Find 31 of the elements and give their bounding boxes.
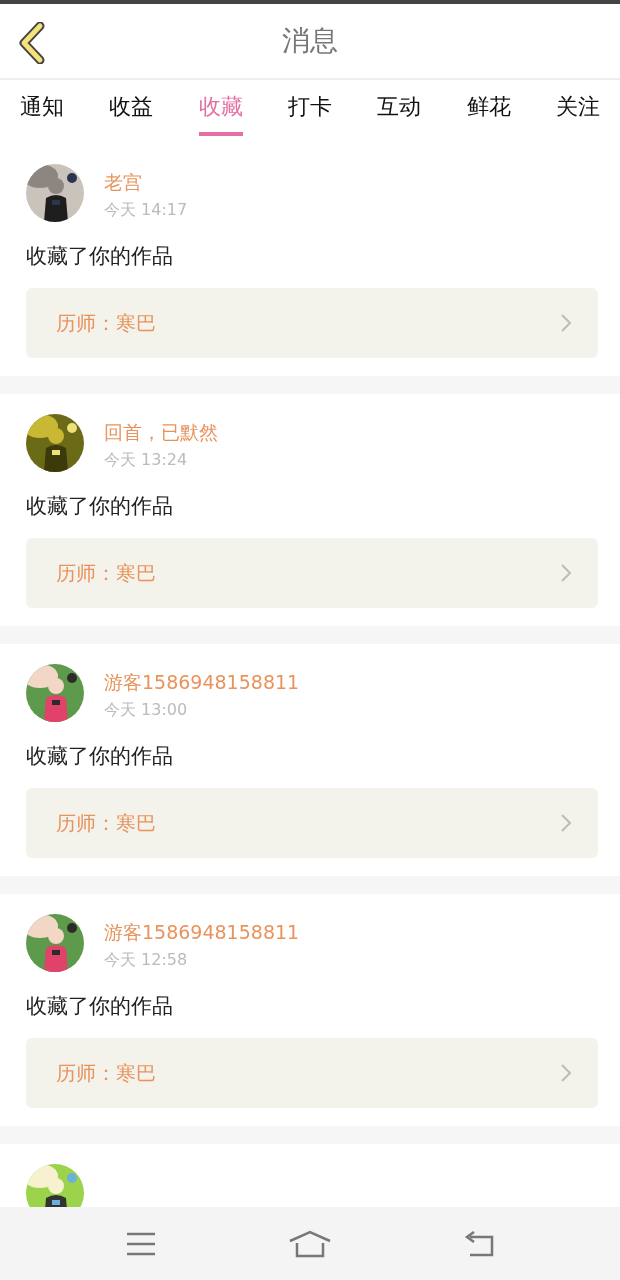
message-text: 收藏了你的作品 [26, 743, 174, 770]
work-title: 历师：寒巴 [56, 1059, 156, 1087]
tab[interactable]: 关注 [555, 80, 600, 136]
chevron-right-icon [560, 313, 572, 333]
message-text: 收藏了你的作品 [26, 243, 174, 270]
page-title: 消息 [282, 23, 338, 59]
user-name: 老宫 [104, 170, 143, 195]
timestamp: 今天 13:00 [104, 700, 189, 721]
timestamp: 今天 14:17 [104, 200, 188, 221]
home-icon[interactable] [289, 1229, 331, 1258]
user-name: 游客1586948158811 [104, 920, 300, 945]
user-name: 游客1586948158811 [104, 670, 300, 695]
tab[interactable]: 鲜花 [466, 80, 511, 136]
work-title: 历师：寒巴 [56, 809, 156, 837]
tab[interactable]: 收益 [109, 80, 154, 136]
chevron-right-icon [560, 1063, 572, 1083]
timestamp: 今天 13:24 [104, 450, 189, 471]
menu-icon[interactable] [126, 1231, 157, 1256]
message-text: 收藏了你的作品 [26, 493, 174, 520]
work-title: 历师：寒巴 [56, 559, 156, 587]
back-icon[interactable] [463, 1230, 494, 1257]
tab[interactable]: 通知 [20, 80, 64, 136]
timestamp: 今天 12:58 [104, 950, 189, 971]
chevron-right-icon [560, 563, 572, 583]
tab[interactable]: 互动 [377, 80, 422, 136]
work-title: 历师：寒巴 [56, 309, 156, 337]
message-text: 收藏了你的作品 [26, 993, 174, 1020]
user-name: 回首，已默然 [104, 420, 218, 445]
back-icon[interactable] [16, 22, 46, 64]
tab[interactable]: 打卡 [288, 80, 332, 136]
chevron-right-icon [560, 813, 572, 833]
